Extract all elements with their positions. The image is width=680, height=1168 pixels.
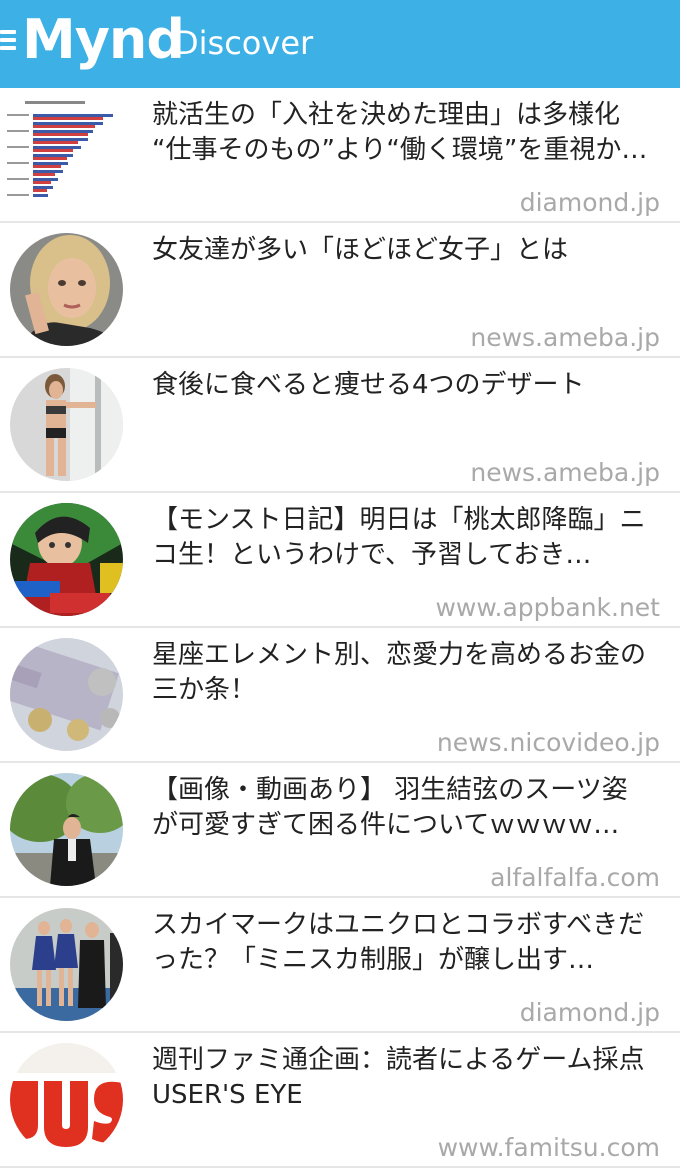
article-title: 週刊ファミ通企画：読者によるゲーム採点 USER'S EYE: [152, 1045, 645, 1110]
article-item[interactable]: 【画像・動画あり】 羽生結弦のスーツ姿が可愛すぎて困る件についてｗｗｗｗ… al…: [0, 763, 680, 898]
man-in-suit-thumbnail: [10, 773, 123, 886]
section-title: Discover: [174, 24, 314, 62]
article-title: 女友達が多い「ほどほど女子」とは: [152, 235, 569, 265]
article-source: diamond.jp: [519, 998, 660, 1027]
article-item[interactable]: 食後に食べると痩せる4つのデザート news.ameba.jp: [0, 358, 680, 493]
users-logo-thumbnail: [10, 1043, 123, 1156]
article-source: www.famitsu.com: [437, 1133, 660, 1162]
article-title: 【画像・動画あり】 羽生結弦のスーツ姿が可愛すぎて困る件についてｗｗｗｗ…: [152, 775, 628, 840]
menu-icon[interactable]: [0, 30, 16, 56]
article-item[interactable]: 就活生の「入社を決めた理由」は多様化 “仕事そのもの”より“働く環境”を重視か……: [0, 88, 680, 223]
euro-money-thumbnail: [10, 638, 123, 751]
flight-attendants-thumbnail: [10, 908, 123, 1021]
article-source: alfalfalfa.com: [490, 863, 660, 892]
article-item[interactable]: 女友達が多い「ほどほど女子」とは news.ameba.jp: [0, 223, 680, 358]
woman-portrait-thumbnail: [10, 233, 123, 346]
article-source: news.nicovideo.jp: [436, 728, 660, 757]
app-logo[interactable]: Mynd: [22, 4, 185, 76]
app-header: Mynd Discover: [0, 0, 680, 88]
game-character-thumbnail: [10, 503, 123, 616]
article-title: 食後に食べると痩せる4つのデザート: [152, 370, 585, 400]
article-source: www.appbank.net: [435, 593, 660, 622]
article-title: スカイマークはユニクロとコラボすべきだった？「ミニスカ制服」が醸し出す…: [152, 910, 645, 975]
article-source: diamond.jp: [519, 188, 660, 217]
bar-chart-thumbnail: [5, 96, 123, 214]
article-source: news.ameba.jp: [470, 458, 660, 487]
article-title: 就活生の「入社を決めた理由」は多様化 “仕事そのもの”より“働く環境”を重視か…: [152, 100, 648, 165]
article-item[interactable]: 週刊ファミ通企画：読者によるゲーム採点 USER'S EYE www.famit…: [0, 1033, 680, 1168]
article-source: news.ameba.jp: [470, 323, 660, 352]
article-item[interactable]: 【モンスト日記】明日は「桃太郎降臨」ニコ生！というわけで、予習しておき… www…: [0, 493, 680, 628]
article-list: 就活生の「入社を決めた理由」は多様化 “仕事そのもの”より“働く環境”を重視か……: [0, 88, 680, 1168]
woman-swimsuit-thumbnail: [10, 368, 123, 481]
article-item[interactable]: 星座エレメント別、恋愛力を高めるお金の三か条！ news.nicovideo.j…: [0, 628, 680, 763]
article-title: 【モンスト日記】明日は「桃太郎降臨」ニコ生！というわけで、予習しておき…: [152, 505, 646, 570]
article-title: 星座エレメント別、恋愛力を高めるお金の三か条！: [152, 640, 647, 705]
article-item[interactable]: スカイマークはユニクロとコラボすべきだった？「ミニスカ制服」が醸し出す… dia…: [0, 898, 680, 1033]
